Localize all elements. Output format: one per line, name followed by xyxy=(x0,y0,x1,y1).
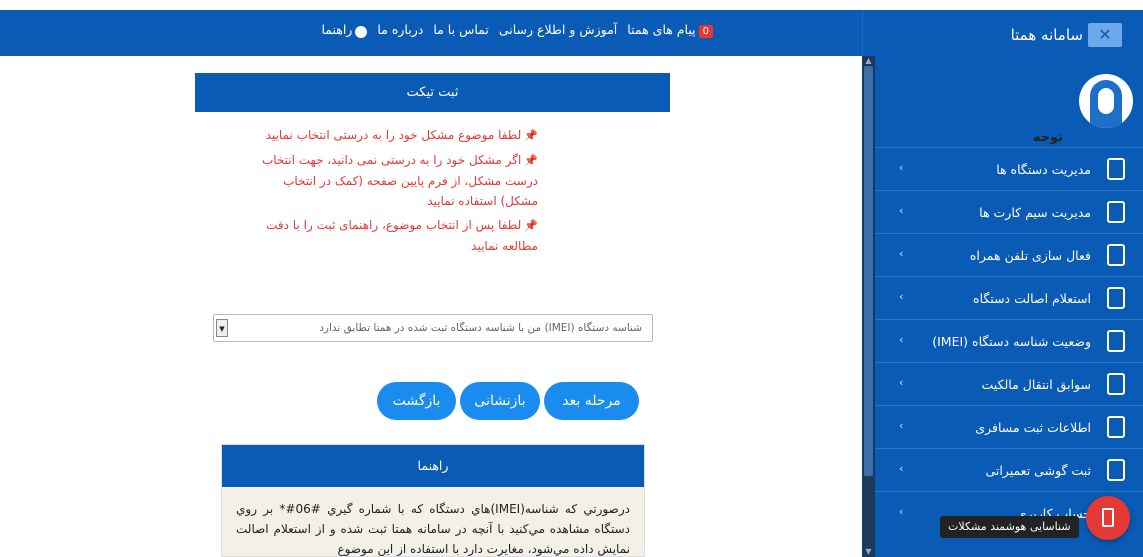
chevron-left-icon: ‹ xyxy=(899,333,904,346)
guide-title: راهنما xyxy=(222,445,644,487)
chevron-left-icon: ‹ xyxy=(899,462,904,475)
sidebar-item-repair-phone[interactable]: ثبت گوشی تعمیراتی ‹ xyxy=(875,448,1143,491)
sidebar-item-devices[interactable]: مدیریت دستگاه ها ‹ xyxy=(875,147,1143,190)
notice-item: 📌لطفا موضوع مشکل خود را به درستی انتخاب … xyxy=(265,128,538,142)
close-icon[interactable]: ✕ xyxy=(1088,23,1122,47)
scroll-down-arrow-icon[interactable]: ▼ xyxy=(862,547,875,557)
reset-button[interactable]: بازنشانی xyxy=(460,382,540,420)
nav-messages-link[interactable]: 0پیام های همتا xyxy=(627,22,713,38)
notice-item: 📌اگر مشکل خود را به درستی نمی دانید، جهت… xyxy=(261,153,538,208)
sidebar-item-simcards[interactable]: مدیریت سیم کارت ها ‹ xyxy=(875,190,1143,233)
avatar-face xyxy=(1098,88,1114,114)
problem-subject-select[interactable]: شناسه دستگاه (IMEI) من با شناسه دستگاه ث… xyxy=(213,314,653,342)
pin-icon: 📌 xyxy=(524,219,538,232)
notice-list: 📌لطفا موضوع مشکل خود را به درستی انتخاب … xyxy=(248,125,538,260)
chevron-left-icon: ‹ xyxy=(899,204,904,217)
notice-label: توجه xyxy=(1032,130,1063,145)
device-icon xyxy=(1107,158,1125,180)
imei-status-icon xyxy=(1107,330,1125,352)
inquiry-icon xyxy=(1107,287,1125,309)
guide-panel: راهنما درصورتي که شناسه(IMEI)هاي دستگاه … xyxy=(221,444,645,557)
problem-subject-selected-value: شناسه دستگاه (IMEI) من با شناسه دستگاه ث… xyxy=(319,322,642,334)
nav-about-link[interactable]: درباره ما xyxy=(377,22,423,38)
avatar[interactable] xyxy=(1079,74,1133,128)
chevron-left-icon: ‹ xyxy=(899,290,904,303)
notice-item: 📌لطفا پس از انتخاب موضوع، راهنمای ثبت را… xyxy=(266,218,538,253)
smart-detection-button[interactable] xyxy=(1086,496,1130,540)
phone-icon xyxy=(1102,508,1114,527)
scroll-up-arrow-icon[interactable]: ▲ xyxy=(862,56,875,66)
chevron-left-icon: ‹ xyxy=(899,161,904,174)
messages-count-badge: 0 xyxy=(698,25,713,38)
repair-icon xyxy=(1107,459,1125,481)
pin-icon: 📌 xyxy=(524,129,538,142)
nav-contact-link[interactable]: تماس با ما xyxy=(433,22,489,38)
sidebar-item-activate-phone[interactable]: فعال سازی تلفن همراه ‹ xyxy=(875,233,1143,276)
sidebar-menu: مدیریت دستگاه ها ‹ مدیریت سیم کارت ها ‹ فع… xyxy=(875,147,1143,534)
traveler-icon xyxy=(1107,416,1125,438)
sidebar-item-imei-status[interactable]: وضعیت شناسه دستگاه (IMEI) ‹ xyxy=(875,319,1143,362)
chevron-left-icon: ‹ xyxy=(899,376,904,389)
scrollbar-thumb[interactable] xyxy=(864,66,873,476)
nav-training-link[interactable]: آموزش و اطلاع رسانی xyxy=(499,22,617,38)
sidebar-item-traveler-info[interactable]: اطلاعات ثبت مسافری ‹ xyxy=(875,405,1143,448)
back-button[interactable]: بازگشت xyxy=(377,382,456,420)
top-nav-links: iراهنما درباره ما تماس با ما آموزش و اطل… xyxy=(321,22,713,38)
ticket-panel-title: ثبت تیکت xyxy=(195,73,670,112)
simcard-icon xyxy=(1107,201,1125,223)
nav-help-link[interactable]: iراهنما xyxy=(321,22,368,38)
pin-icon: 📌 xyxy=(524,154,538,167)
chevron-left-icon: ‹ xyxy=(899,505,904,518)
sidebar-item-ownership-transfer[interactable]: سوابق انتقال مالکیت ‹ xyxy=(875,362,1143,405)
info-icon: i xyxy=(355,26,368,38)
sidebar: مدیریت دستگاه ها ‹ مدیریت سیم کارت ها ‹ فع… xyxy=(875,56,1143,557)
brand-title: سامانه همتا xyxy=(1010,26,1083,44)
smart-detection-tooltip: شناسایی هوشمند مشکلات xyxy=(940,516,1079,538)
guide-text: درصورتي که شناسه(IMEI)هاي دستگاه که با ش… xyxy=(236,502,630,556)
transfer-icon xyxy=(1107,373,1125,395)
sidebar-item-authenticity-inquiry[interactable]: استعلام اصالت دستگاه ‹ xyxy=(875,276,1143,319)
chevron-left-icon: ‹ xyxy=(899,419,904,432)
activate-phone-icon xyxy=(1107,244,1125,266)
dropdown-arrow-icon[interactable]: ▼ xyxy=(216,319,228,337)
next-step-button[interactable]: مرحله بعد xyxy=(544,382,639,420)
chevron-left-icon: ‹ xyxy=(899,247,904,260)
